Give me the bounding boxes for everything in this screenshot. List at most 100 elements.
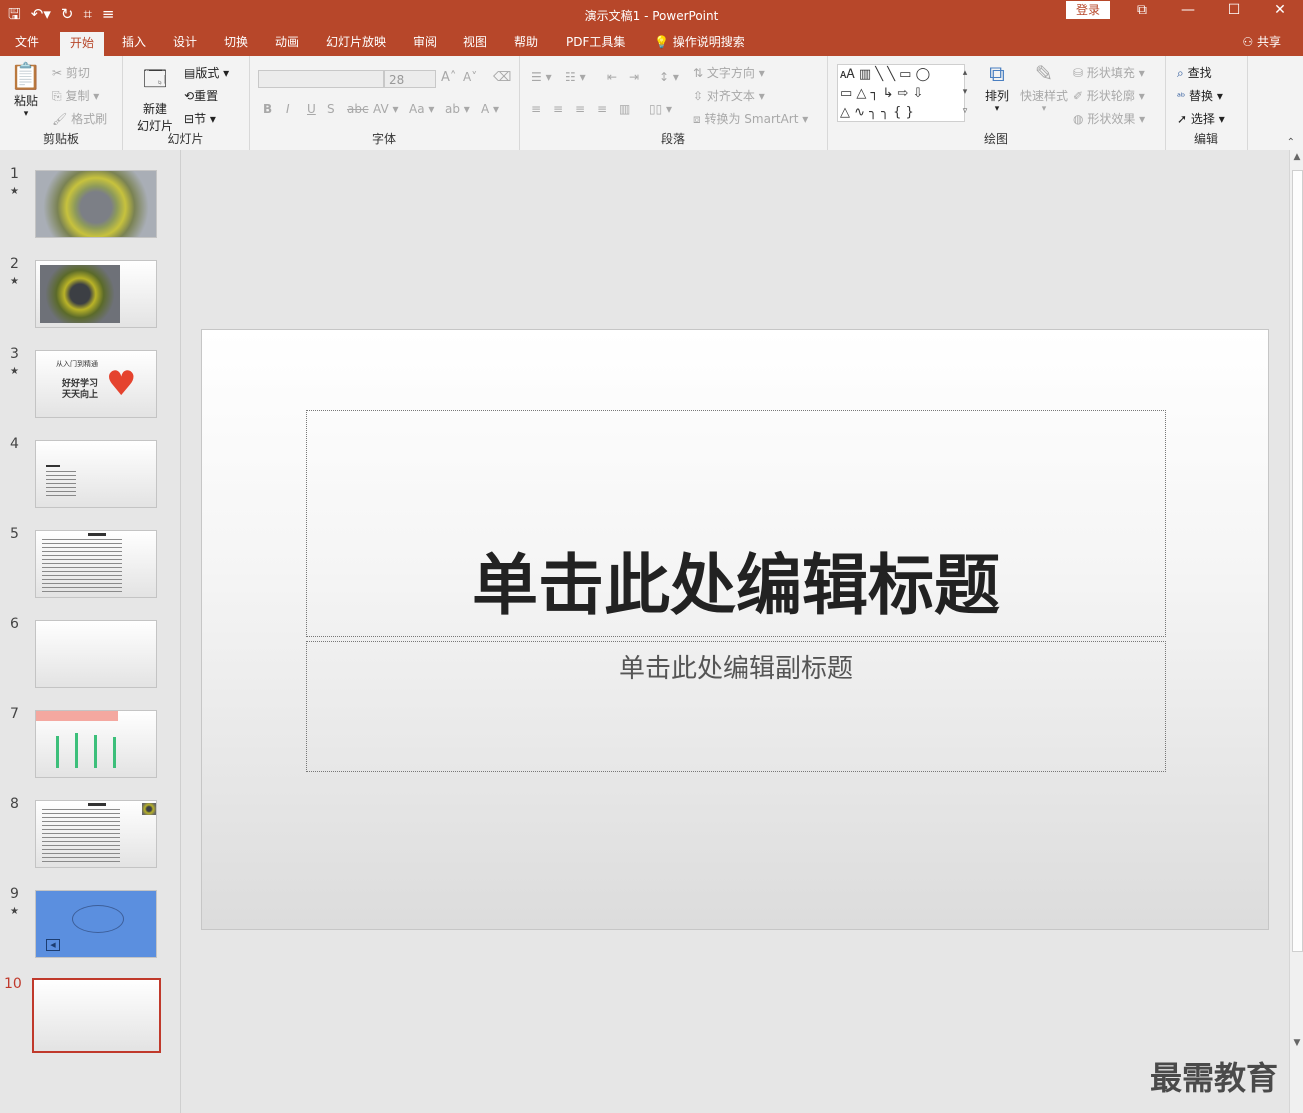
tab-review[interactable]: 审阅 (403, 30, 447, 56)
reset-button[interactable]: ⟲重置 (184, 87, 218, 104)
minimize-icon[interactable]: — (1165, 0, 1211, 30)
align-text-button[interactable]: ⇳ 对齐文本 ▾ (693, 87, 765, 104)
copy-label: 复制 (65, 89, 90, 103)
slide-thumbnail-4[interactable] (35, 440, 157, 508)
format-painter-button[interactable]: 🖌 格式刷 (52, 110, 107, 127)
grow-font-icon[interactable]: A˄ (441, 70, 456, 85)
tab-file[interactable]: 文件 (5, 30, 49, 56)
bullets-icon[interactable]: ☰ ▾ (531, 70, 552, 84)
slide-thumbnail-5[interactable] (35, 530, 157, 598)
cut-button[interactable]: ✂ 剪切 (52, 64, 90, 81)
paste-button[interactable]: 📋 粘贴 ▾ (6, 62, 46, 119)
copy-button[interactable]: ⎘ 复制 ▾ (52, 87, 99, 104)
tab-view[interactable]: 视图 (453, 30, 497, 56)
tab-home[interactable]: 开始 (60, 32, 105, 56)
slide-thumbnail-3[interactable]: 从入门到精通 好好学习 天天向上 ♥ (35, 350, 157, 418)
bold-icon[interactable]: B (263, 102, 272, 116)
brush-icon: 🖌 (52, 112, 68, 126)
person-icon: ⚇ (1242, 35, 1254, 49)
align-left-icon[interactable]: ≡ (531, 102, 541, 116)
slide-thumbnail-1[interactable] (35, 170, 157, 238)
align-center-icon[interactable]: ≡ (553, 102, 563, 116)
slide-thumbnail-6[interactable] (35, 620, 157, 688)
tab-pdf-tools[interactable]: PDF工具集 (556, 30, 635, 56)
ribbon-display-icon[interactable]: ⧉ (1119, 0, 1165, 30)
strikethrough-icon[interactable]: abc (347, 102, 369, 116)
share-button[interactable]: ⚇ 共享 (1242, 30, 1281, 54)
close-icon[interactable]: ✕ (1257, 0, 1303, 30)
scroll-down-icon[interactable]: ▼ (1290, 1038, 1303, 1048)
character-spacing-icon[interactable]: AV ▾ (373, 102, 399, 116)
tab-transitions[interactable]: 切换 (214, 30, 258, 56)
tell-me-label: 操作说明搜索 (672, 35, 745, 49)
tell-me-search[interactable]: 💡 操作说明搜索 (644, 30, 755, 56)
align-right-icon[interactable]: ≡ (575, 102, 585, 116)
slide-thumbnail-7[interactable] (35, 710, 157, 778)
numbering-icon[interactable]: ☷ ▾ (565, 70, 586, 84)
shape-effects-button[interactable]: ◍ 形状效果 ▾ (1073, 110, 1145, 127)
shape-fill-label: 形状填充 (1086, 66, 1135, 80)
shape-outline-label: 形状轮廓 (1086, 89, 1135, 103)
slide-thumbnail-8[interactable] (35, 800, 157, 868)
shadow-icon[interactable]: S (327, 102, 335, 116)
text-direction-button[interactable]: ⇅ 文字方向 ▾ (693, 64, 765, 81)
underline-icon[interactable]: U (307, 102, 316, 116)
shapes-row-3: △ ∿ ╮ ╮ { } (840, 105, 914, 120)
find-label: 查找 (1187, 66, 1212, 80)
arrange-button[interactable]: ⧉ 排列 ▾ (977, 62, 1017, 114)
decrease-indent-icon[interactable]: ⇤ (607, 70, 617, 84)
new-slide-button[interactable]: 🗔 新建 幻灯片 (130, 62, 180, 134)
quick-styles-button[interactable]: ✎ 快速样式 ▾ (1019, 62, 1069, 114)
shapes-gallery-scroll[interactable]: ▴ ▾ ▿ (959, 64, 971, 122)
tab-insert[interactable]: 插入 (112, 30, 156, 56)
layout-button[interactable]: ▤版式 ▾ (184, 64, 229, 81)
subtitle-placeholder[interactable]: 单击此处编辑副标题 (306, 641, 1166, 772)
tab-slideshow[interactable]: 幻灯片放映 (316, 30, 396, 56)
shape-outline-button[interactable]: ✐ 形状轮廓 ▾ (1073, 87, 1145, 104)
distributed-icon[interactable]: ▥ (619, 102, 630, 116)
slide-thumbnail-9[interactable]: ◀ (35, 890, 157, 958)
font-color-icon[interactable]: A ▾ (481, 102, 499, 116)
find-button[interactable]: ⌕ 查找 (1177, 64, 1212, 81)
thumb-text: 从入门到精通 (56, 360, 98, 368)
scroll-up-icon[interactable]: ▲ (1290, 152, 1303, 162)
change-case-icon[interactable]: Aa ▾ (409, 102, 434, 116)
cursor-icon: ➚ (1177, 112, 1188, 126)
animation-star-icon: ★ (10, 276, 19, 287)
slide-thumbnail-panel[interactable]: 1 ★ 2 ★ 3 ★ 从入门到精通 好好学习 天天向上 ♥ 4 5 6 7 8 (0, 150, 181, 1113)
increase-indent-icon[interactable]: ⇥ (629, 70, 639, 84)
replace-button[interactable]: ᵃᵇ 替换 ▾ (1177, 87, 1223, 104)
section-button[interactable]: ⊟节 ▾ (184, 110, 216, 127)
title-placeholder[interactable]: 单击此处编辑标题 (306, 410, 1166, 637)
tab-help[interactable]: 帮助 (504, 30, 548, 56)
line-spacing-icon[interactable]: ↕ ▾ (659, 70, 679, 84)
italic-icon[interactable]: I (286, 102, 290, 116)
current-slide[interactable]: 单击此处编辑标题 单击此处编辑副标题 (201, 329, 1269, 930)
back-action-button-icon: ◀ (46, 939, 60, 951)
slide-number: 3 (10, 346, 19, 362)
select-button[interactable]: ➚ 选择 ▾ (1177, 110, 1225, 127)
highlight-icon[interactable]: ab ▾ (445, 102, 470, 116)
thumb-bar (113, 737, 116, 768)
collapse-ribbon-icon[interactable]: ⌃ (1287, 137, 1295, 148)
maximize-icon[interactable]: ☐ (1211, 0, 1257, 30)
shape-fill-button[interactable]: ⛁ 形状填充 ▾ (1073, 64, 1145, 81)
lightbulb-icon: 💡 (654, 35, 669, 49)
tab-design[interactable]: 设计 (163, 30, 207, 56)
editing-group: ⌕ 查找 ᵃᵇ 替换 ▾ ➚ 选择 ▾ 编辑 (1165, 56, 1248, 150)
scrollbar-thumb[interactable] (1292, 170, 1303, 952)
clear-formatting-icon[interactable]: ⌫ (493, 70, 511, 85)
shrink-font-icon[interactable]: A˅ (463, 70, 477, 84)
login-button[interactable]: 登录 (1066, 1, 1110, 19)
slide-thumbnail-10[interactable] (32, 978, 161, 1053)
shapes-gallery[interactable]: 🗚 ▥ ╲ ╲ ▭ ◯ ▭ △ ┐ ↳ ⇨ ⇩ △ ∿ ╮ ╮ { } (837, 64, 965, 122)
tab-animations[interactable]: 动画 (265, 30, 309, 56)
font-name-combo[interactable] (258, 70, 384, 88)
columns-icon[interactable]: ▯▯ ▾ (649, 102, 672, 116)
font-size-combo[interactable]: 28 (384, 70, 436, 88)
slide-thumbnail-2[interactable] (35, 260, 157, 328)
smartart-button[interactable]: ⧈ 转换为 SmartArt ▾ (693, 110, 808, 127)
justify-icon[interactable]: ≡ (597, 102, 607, 116)
vertical-scrollbar[interactable]: ▲ ▼ (1289, 150, 1303, 1113)
shape-effects-label: 形状效果 (1087, 112, 1136, 126)
